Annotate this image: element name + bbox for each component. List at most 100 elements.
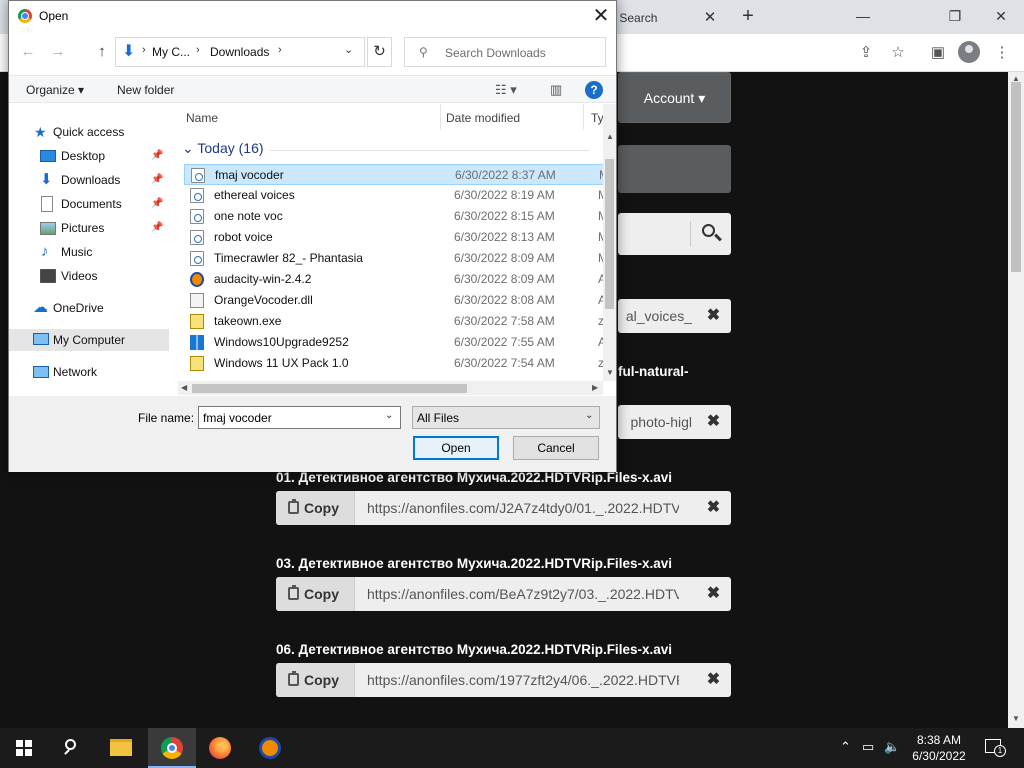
- scroll-left-arrow-icon[interactable]: ◀: [181, 383, 187, 392]
- file-row[interactable]: Windows10Upgrade9252 6/30/2022 7:55 AM A…: [184, 332, 603, 353]
- file-type-select[interactable]: All Files ⌄: [412, 406, 600, 429]
- file-row[interactable]: robot voice 6/30/2022 8:13 AM M: [184, 227, 603, 248]
- window-close-icon[interactable]: ✕: [978, 2, 1024, 30]
- view-options-icon[interactable]: ☷ ▾: [495, 82, 517, 98]
- pin-icon[interactable]: 📌: [151, 193, 163, 215]
- file-row[interactable]: Windows 11 UX Pack 1.0 6/30/2022 7:54 AM…: [184, 353, 603, 374]
- group-header-today[interactable]: ⌄ Today (16): [182, 140, 264, 157]
- search-icon[interactable]: [698, 219, 726, 247]
- browser-menu-icon[interactable]: ⋮: [990, 42, 1014, 64]
- nav-item-downloads[interactable]: ⬇ Downloads 📌: [9, 169, 169, 191]
- nav-item-desktop[interactable]: Desktop 📌: [9, 145, 169, 167]
- dialog-title-bar[interactable]: Open ✕: [9, 1, 616, 31]
- file-explorer-icon[interactable]: [98, 728, 146, 768]
- preview-pane-icon[interactable]: ▥: [550, 82, 562, 98]
- scroll-right-arrow-icon[interactable]: ▶: [592, 383, 598, 392]
- scroll-down-arrow-icon[interactable]: ▼: [1008, 714, 1024, 723]
- file-row[interactable]: Timecrawler 82_- Phantasia 6/30/2022 8:0…: [184, 248, 603, 269]
- remove-icon[interactable]: ✖: [696, 491, 731, 525]
- link-url[interactable]: https://anonfiles.com/1977zft2y4/06._.20…: [367, 663, 679, 697]
- firefox-icon[interactable]: [196, 728, 244, 768]
- file-list-vertical-scrollbar[interactable]: ▲ ▼: [603, 104, 616, 381]
- volume-icon[interactable]: 🔈: [884, 739, 900, 755]
- bookmark-star-icon[interactable]: ☆: [886, 42, 910, 64]
- chevron-right-icon[interactable]: ›: [278, 44, 282, 56]
- breadcrumb-downloads[interactable]: Downloads: [210, 45, 269, 59]
- file-list-scroll-thumb[interactable]: [605, 159, 614, 309]
- file-row[interactable]: ethereal voices 6/30/2022 8:19 AM M: [184, 185, 603, 206]
- remove-icon[interactable]: ✖: [696, 577, 731, 611]
- file-list-horizontal-scrollbar[interactable]: ◀ ▶: [178, 381, 603, 395]
- site-search-box[interactable]: [618, 213, 731, 255]
- chevron-down-icon[interactable]: ⌄: [385, 410, 393, 421]
- scroll-up-arrow-icon[interactable]: ▲: [606, 132, 614, 141]
- file-row[interactable]: one note voc 6/30/2022 8:15 AM M: [184, 206, 603, 227]
- chevron-up-icon[interactable]: ⌃: [840, 739, 851, 755]
- back-arrow-icon[interactable]: ←: [17, 41, 39, 63]
- restore-icon[interactable]: ❐: [932, 2, 978, 30]
- column-separator[interactable]: [440, 104, 441, 130]
- file-name-input[interactable]: fmaj vocoder ⌄: [198, 406, 401, 429]
- nav-item-onedrive[interactable]: ☁ OneDrive: [9, 297, 169, 319]
- profile-avatar-icon[interactable]: [958, 41, 980, 63]
- forward-arrow-icon[interactable]: →: [47, 41, 69, 63]
- nav-item-music[interactable]: ♪ Music: [9, 241, 169, 263]
- link-url[interactable]: https://anonfiles.com/J2A7z4tdy0/01._.20…: [367, 491, 679, 525]
- pin-icon[interactable]: 📌: [151, 217, 163, 239]
- copy-button[interactable]: Copy: [276, 663, 355, 697]
- account-button[interactable]: Account ▾: [618, 72, 731, 123]
- notification-icon[interactable]: 1: [985, 739, 1006, 757]
- share-icon[interactable]: ⇪: [854, 42, 878, 64]
- cancel-button[interactable]: Cancel: [513, 436, 599, 460]
- file-row[interactable]: OrangeVocoder.dll 6/30/2022 8:08 AM Ap: [184, 290, 603, 311]
- chevron-right-icon[interactable]: ›: [196, 44, 200, 56]
- tab-close-icon[interactable]: ✕: [700, 4, 720, 32]
- nav-item-my-computer[interactable]: My Computer: [9, 329, 169, 351]
- file-row[interactable]: audacity-win-2.4.2 6/30/2022 8:09 AM Ap: [184, 269, 603, 290]
- nav-item-network[interactable]: Network: [9, 361, 169, 383]
- file-list-hscroll-thumb[interactable]: [192, 384, 467, 393]
- breadcrumb-my-computer[interactable]: My C...: [152, 45, 190, 59]
- nav-block[interactable]: [618, 145, 731, 193]
- refresh-icon[interactable]: ↻: [367, 37, 392, 67]
- page-scrollbar[interactable]: ▲ ▼: [1008, 72, 1024, 728]
- dialog-close-icon[interactable]: ✕: [589, 4, 613, 28]
- remove-icon[interactable]: ✖: [696, 405, 731, 439]
- file-row[interactable]: takeown.exe 6/30/2022 7:58 AM zi: [184, 311, 603, 332]
- column-type[interactable]: Ty: [591, 111, 603, 125]
- organize-menu[interactable]: Organize ▾: [26, 83, 84, 97]
- up-arrow-icon[interactable]: ↑: [91, 41, 113, 63]
- system-clock[interactable]: 8:38 AM 6/30/2022: [904, 732, 974, 764]
- page-scroll-thumb[interactable]: [1011, 82, 1021, 272]
- windows-start-icon[interactable]: [16, 740, 32, 756]
- new-tab-icon[interactable]: +: [736, 2, 760, 30]
- pin-icon[interactable]: 📌: [151, 145, 163, 167]
- link-url[interactable]: https://anonfiles.com/BeA7z9t2y7/03._.20…: [367, 577, 679, 611]
- chevron-down-icon[interactable]: ⌄: [344, 43, 353, 56]
- nav-item-videos[interactable]: Videos: [9, 265, 169, 287]
- nav-item-quick-access[interactable]: ★ Quick access: [9, 121, 169, 143]
- file-row[interactable]: fmaj vocoder 6/30/2022 8:37 AM M: [184, 164, 603, 185]
- chevron-right-icon[interactable]: ›: [142, 44, 146, 56]
- side-panel-icon[interactable]: ▣: [926, 42, 950, 64]
- taskbar-search-icon[interactable]: [62, 738, 82, 758]
- column-name[interactable]: Name: [186, 111, 218, 125]
- column-separator[interactable]: [583, 104, 584, 130]
- chevron-down-icon[interactable]: ⌄: [585, 410, 593, 421]
- chrome-taskbar-icon[interactable]: [148, 728, 196, 768]
- scroll-down-arrow-icon[interactable]: ▼: [606, 368, 614, 377]
- minimize-icon[interactable]: —: [840, 2, 886, 30]
- help-icon[interactable]: ?: [585, 81, 603, 99]
- column-date-modified[interactable]: Date modified: [446, 111, 520, 125]
- audacity-taskbar-icon[interactable]: [246, 728, 294, 768]
- link-text-partial[interactable]: al_voices_: [618, 299, 692, 333]
- open-button[interactable]: Open: [413, 436, 499, 460]
- network-tray-icon[interactable]: ▭: [862, 739, 874, 755]
- nav-item-pictures[interactable]: Pictures 📌: [9, 217, 169, 239]
- nav-item-documents[interactable]: Documents 📌: [9, 193, 169, 215]
- remove-icon[interactable]: ✖: [696, 299, 731, 333]
- copy-button[interactable]: Copy: [276, 491, 355, 525]
- copy-button[interactable]: Copy: [276, 577, 355, 611]
- remove-icon[interactable]: ✖: [696, 663, 731, 697]
- pin-icon[interactable]: 📌: [151, 169, 163, 191]
